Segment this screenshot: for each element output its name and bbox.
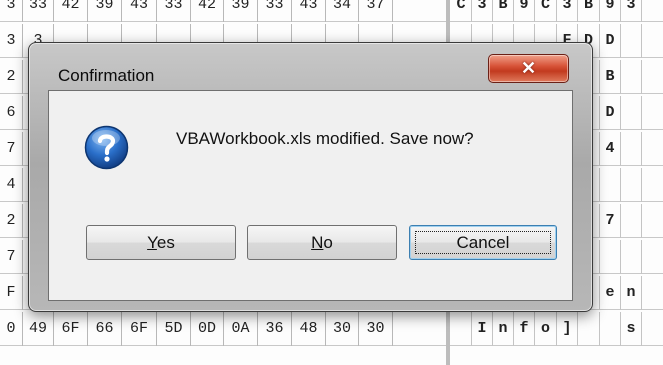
ascii-cell[interactable]: D bbox=[600, 24, 621, 58]
ascii-cell[interactable]: o bbox=[535, 312, 557, 346]
ascii-cell[interactable]: 7 bbox=[600, 204, 621, 238]
ascii-cell[interactable]: B bbox=[578, 0, 600, 22]
confirmation-dialog: Confirmation ✕ VBAWorkbook.xls modified.… bbox=[28, 42, 593, 312]
hex-cell[interactable]: 7 bbox=[0, 240, 23, 274]
ascii-cell[interactable]: s bbox=[621, 312, 642, 346]
ascii-cell[interactable]: D bbox=[600, 96, 621, 130]
hex-cell[interactable]: 2 bbox=[0, 60, 23, 94]
ascii-cell[interactable] bbox=[621, 60, 642, 94]
ascii-cell[interactable]: f bbox=[514, 312, 535, 346]
yes-mnemonic: Y bbox=[147, 233, 157, 252]
ascii-cell[interactable]: n bbox=[493, 312, 514, 346]
ascii-cell[interactable] bbox=[621, 132, 642, 166]
hex-row: 3 33 42 39 43 33 42 39 33 43 34 37 C 3 B 9 C 3 B 9 3 bbox=[0, 0, 663, 22]
dialog-title: Confirmation bbox=[58, 66, 155, 85]
hex-cell[interactable]: 39 bbox=[88, 0, 122, 22]
hex-cell[interactable]: 3 bbox=[0, 24, 23, 58]
no-button[interactable]: No bbox=[247, 225, 397, 260]
hex-row: 0 49 6F 66 6F 5D 0D 0A 36 48 30 30 In f o] s bbox=[0, 312, 663, 346]
ascii-cell[interactable]: C bbox=[535, 0, 557, 22]
hex-cell[interactable]: 37 bbox=[359, 0, 393, 22]
ascii-cell[interactable] bbox=[600, 312, 621, 346]
hex-cell[interactable]: 3 bbox=[0, 0, 23, 22]
ascii-cell[interactable]: 9 bbox=[514, 0, 535, 22]
hex-cell[interactable]: 2 bbox=[0, 204, 23, 238]
hex-cell[interactable]: 34 bbox=[326, 0, 359, 22]
dialog-titlebar[interactable]: Confirmation ✕ bbox=[29, 43, 592, 91]
yes-button[interactable]: Yes bbox=[86, 225, 236, 260]
cancel-button[interactable]: Cancel bbox=[409, 225, 557, 260]
ascii-cell[interactable]: 3 bbox=[472, 0, 493, 22]
ascii-cell[interactable]: B bbox=[600, 60, 621, 94]
ascii-cell[interactable] bbox=[621, 240, 642, 274]
hex-cell[interactable]: 39 bbox=[224, 0, 258, 22]
hex-cell[interactable]: 43 bbox=[292, 0, 326, 22]
ascii-cell[interactable]: 4 bbox=[600, 132, 621, 166]
yes-label-rest: es bbox=[156, 233, 175, 252]
hex-cell[interactable]: 0A bbox=[224, 312, 258, 346]
hex-cell[interactable]: 30 bbox=[359, 312, 393, 346]
ascii-cell[interactable]: 3 bbox=[621, 0, 642, 22]
no-label-rest: o bbox=[323, 233, 333, 252]
hex-cell[interactable]: 0D bbox=[191, 312, 224, 346]
hex-cell[interactable]: 7 bbox=[0, 132, 23, 166]
ascii-cell[interactable] bbox=[621, 96, 642, 130]
dialog-message: VBAWorkbook.xls modified. Save now? bbox=[176, 129, 474, 148]
ascii-cell[interactable]: n bbox=[621, 276, 642, 310]
ascii-cell[interactable] bbox=[621, 204, 642, 238]
focus-rectangle bbox=[415, 231, 551, 254]
hex-cell[interactable]: 6F bbox=[122, 312, 157, 346]
hex-cell[interactable]: 4 bbox=[0, 168, 23, 202]
hex-cell[interactable]: 36 bbox=[258, 312, 292, 346]
hex-cell[interactable]: 49 bbox=[23, 312, 54, 346]
hex-cell[interactable]: 33 bbox=[157, 0, 191, 22]
hex-cell[interactable]: F bbox=[0, 276, 23, 310]
ascii-cell[interactable]: 9 bbox=[600, 0, 621, 22]
ascii-cell[interactable] bbox=[600, 240, 621, 274]
ascii-cell[interactable]: ] bbox=[557, 312, 578, 346]
hex-cell[interactable]: 30 bbox=[326, 312, 359, 346]
dialog-content: VBAWorkbook.xls modified. Save now? Yes … bbox=[48, 90, 573, 301]
ascii-cell[interactable]: I bbox=[472, 312, 493, 346]
hex-cell[interactable]: 42 bbox=[54, 0, 88, 22]
ascii-cell[interactable]: C bbox=[451, 0, 472, 22]
close-icon: ✕ bbox=[520, 58, 537, 78]
hex-cell[interactable]: 33 bbox=[258, 0, 292, 22]
hex-cell[interactable]: 0 bbox=[0, 312, 23, 346]
hex-cell[interactable]: 33 bbox=[23, 0, 54, 22]
no-mnemonic: N bbox=[311, 233, 324, 252]
hex-cell[interactable]: 48 bbox=[292, 312, 326, 346]
ascii-cell[interactable] bbox=[600, 168, 621, 202]
ascii-cell[interactable] bbox=[621, 24, 642, 58]
ascii-cell[interactable] bbox=[621, 168, 642, 202]
close-button[interactable]: ✕ bbox=[488, 54, 569, 83]
hex-cell[interactable]: 42 bbox=[191, 0, 224, 22]
ascii-cell[interactable]: B bbox=[493, 0, 514, 22]
ascii-cell[interactable]: 3 bbox=[557, 0, 578, 22]
hex-cell[interactable]: 6F bbox=[54, 312, 88, 346]
ascii-cell[interactable] bbox=[451, 312, 472, 346]
hex-cell[interactable]: 6 bbox=[0, 96, 23, 130]
ascii-cell[interactable]: e bbox=[600, 276, 621, 310]
hex-cell[interactable]: 66 bbox=[88, 312, 122, 346]
hex-cell[interactable]: 5D bbox=[157, 312, 191, 346]
question-icon bbox=[84, 125, 129, 170]
ascii-cell[interactable] bbox=[578, 312, 600, 346]
hex-cell[interactable]: 43 bbox=[122, 0, 157, 22]
